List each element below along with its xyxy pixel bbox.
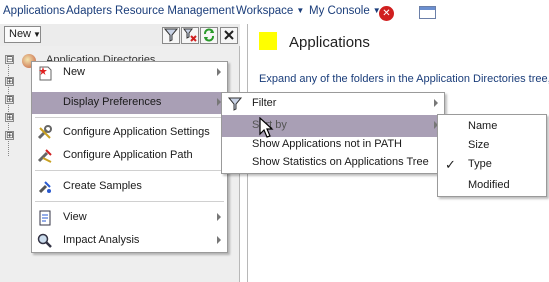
checkmark-icon: ✓ bbox=[445, 157, 456, 172]
menu-item-label: Name bbox=[468, 120, 498, 132]
applications-marker-icon bbox=[259, 32, 277, 50]
tools-icon bbox=[37, 125, 53, 141]
tree-expander[interactable]: ⊟ bbox=[5, 55, 14, 64]
menu-item-label: Display Preferences bbox=[63, 96, 162, 108]
context-menu: New Display Preferences Configure Applic… bbox=[31, 61, 228, 253]
tree-expander[interactable]: ⊞ bbox=[5, 131, 14, 140]
refresh-icon[interactable] bbox=[200, 27, 218, 44]
tree-expander[interactable]: ⊞ bbox=[5, 113, 14, 122]
document-view-icon bbox=[37, 210, 53, 226]
menu-item-label: Filter bbox=[252, 97, 277, 109]
menu-my-console-label: My Console bbox=[309, 5, 370, 17]
new-button-label: New bbox=[9, 28, 32, 40]
menu-item-view[interactable]: View bbox=[32, 207, 227, 229]
menu-workspace[interactable]: Workspace ▼ bbox=[236, 5, 304, 17]
close-circle-icon[interactable]: ✕ bbox=[379, 6, 394, 21]
filter-icon bbox=[227, 96, 243, 112]
menu-item-new[interactable]: New bbox=[32, 62, 227, 84]
menu-item-create-samples[interactable]: Create Samples bbox=[32, 176, 227, 198]
menu-item-label: Show Statistics on Applications Tree bbox=[252, 156, 429, 168]
menu-item-label: View bbox=[63, 211, 87, 223]
path-config-icon bbox=[37, 148, 53, 164]
magnifier-icon bbox=[37, 233, 53, 249]
menu-item-configure-application-path[interactable]: Configure Application Path bbox=[32, 145, 227, 167]
menu-item-show-statistics[interactable]: Show Statistics on Applications Tree bbox=[222, 152, 444, 174]
menu-item-configure-application-settings[interactable]: Configure Application Settings bbox=[32, 122, 227, 144]
filter-icon[interactable] bbox=[162, 27, 180, 44]
tree-expander[interactable]: ⊞ bbox=[5, 77, 14, 86]
menu-item-sort-size[interactable]: Size bbox=[438, 135, 546, 155]
menu-item-sort-name[interactable]: Name bbox=[438, 116, 546, 136]
tree-expander[interactable]: ⊞ bbox=[5, 95, 14, 104]
menu-item-label: Create Samples bbox=[63, 180, 142, 192]
menu-item-label: Size bbox=[468, 139, 490, 151]
tree-connector bbox=[8, 56, 9, 156]
submenu-arrow-icon bbox=[217, 213, 221, 221]
menu-adapters[interactable]: Adapters bbox=[66, 5, 112, 17]
menu-separator bbox=[35, 170, 224, 171]
sort-by-submenu: Name Size ✓ Type Modified bbox=[437, 114, 547, 197]
submenu-arrow-icon bbox=[217, 68, 221, 76]
menu-item-filter[interactable]: Filter bbox=[222, 93, 444, 115]
window-icon[interactable] bbox=[419, 6, 436, 19]
submenu-arrow-icon bbox=[217, 236, 221, 244]
new-star-icon bbox=[37, 65, 53, 81]
menu-workspace-label: Workspace bbox=[236, 5, 294, 17]
menu-my-console[interactable]: My Console ▼ bbox=[309, 5, 381, 17]
page-title: Applications bbox=[289, 34, 370, 51]
menu-applications[interactable]: Applications bbox=[3, 5, 65, 17]
menu-separator bbox=[35, 117, 224, 118]
preferences-icon[interactable] bbox=[181, 27, 199, 44]
menu-item-label: Modified bbox=[468, 179, 510, 191]
mouse-pointer-icon bbox=[259, 117, 274, 138]
chevron-down-icon: ▼ bbox=[33, 30, 41, 39]
top-menu-bar: Applications Adapters Resource Managemen… bbox=[0, 0, 549, 24]
menu-item-label: Configure Application Path bbox=[63, 149, 193, 161]
menu-item-label: Type bbox=[468, 158, 492, 170]
menu-item-label: Configure Application Settings bbox=[63, 126, 210, 138]
tree-toolbar: New ▼ bbox=[0, 24, 240, 46]
menu-item-display-preferences[interactable]: Display Preferences bbox=[32, 92, 227, 114]
display-preferences-submenu: Filter Sort by Show Applications not in … bbox=[221, 92, 445, 174]
menu-item-label: Impact Analysis bbox=[63, 234, 140, 246]
menu-item-sort-type[interactable]: ✓ Type bbox=[438, 154, 546, 174]
menu-item-impact-analysis[interactable]: Impact Analysis bbox=[32, 230, 227, 252]
menu-resource-management[interactable]: Resource Management bbox=[115, 5, 235, 17]
new-dropdown-button[interactable]: New ▼ bbox=[4, 26, 41, 43]
menu-item-label: New bbox=[63, 66, 86, 78]
instruction-text: Expand any of the folders in the Applica… bbox=[259, 73, 549, 85]
menu-separator bbox=[35, 201, 224, 202]
menu-item-label: Show Applications not in PATH bbox=[252, 138, 403, 150]
close-icon[interactable] bbox=[220, 27, 238, 44]
samples-icon bbox=[37, 179, 53, 195]
chevron-down-icon: ▼ bbox=[296, 6, 305, 15]
menu-item-sort-modified[interactable]: Modified bbox=[438, 175, 546, 195]
submenu-arrow-icon bbox=[434, 99, 438, 107]
